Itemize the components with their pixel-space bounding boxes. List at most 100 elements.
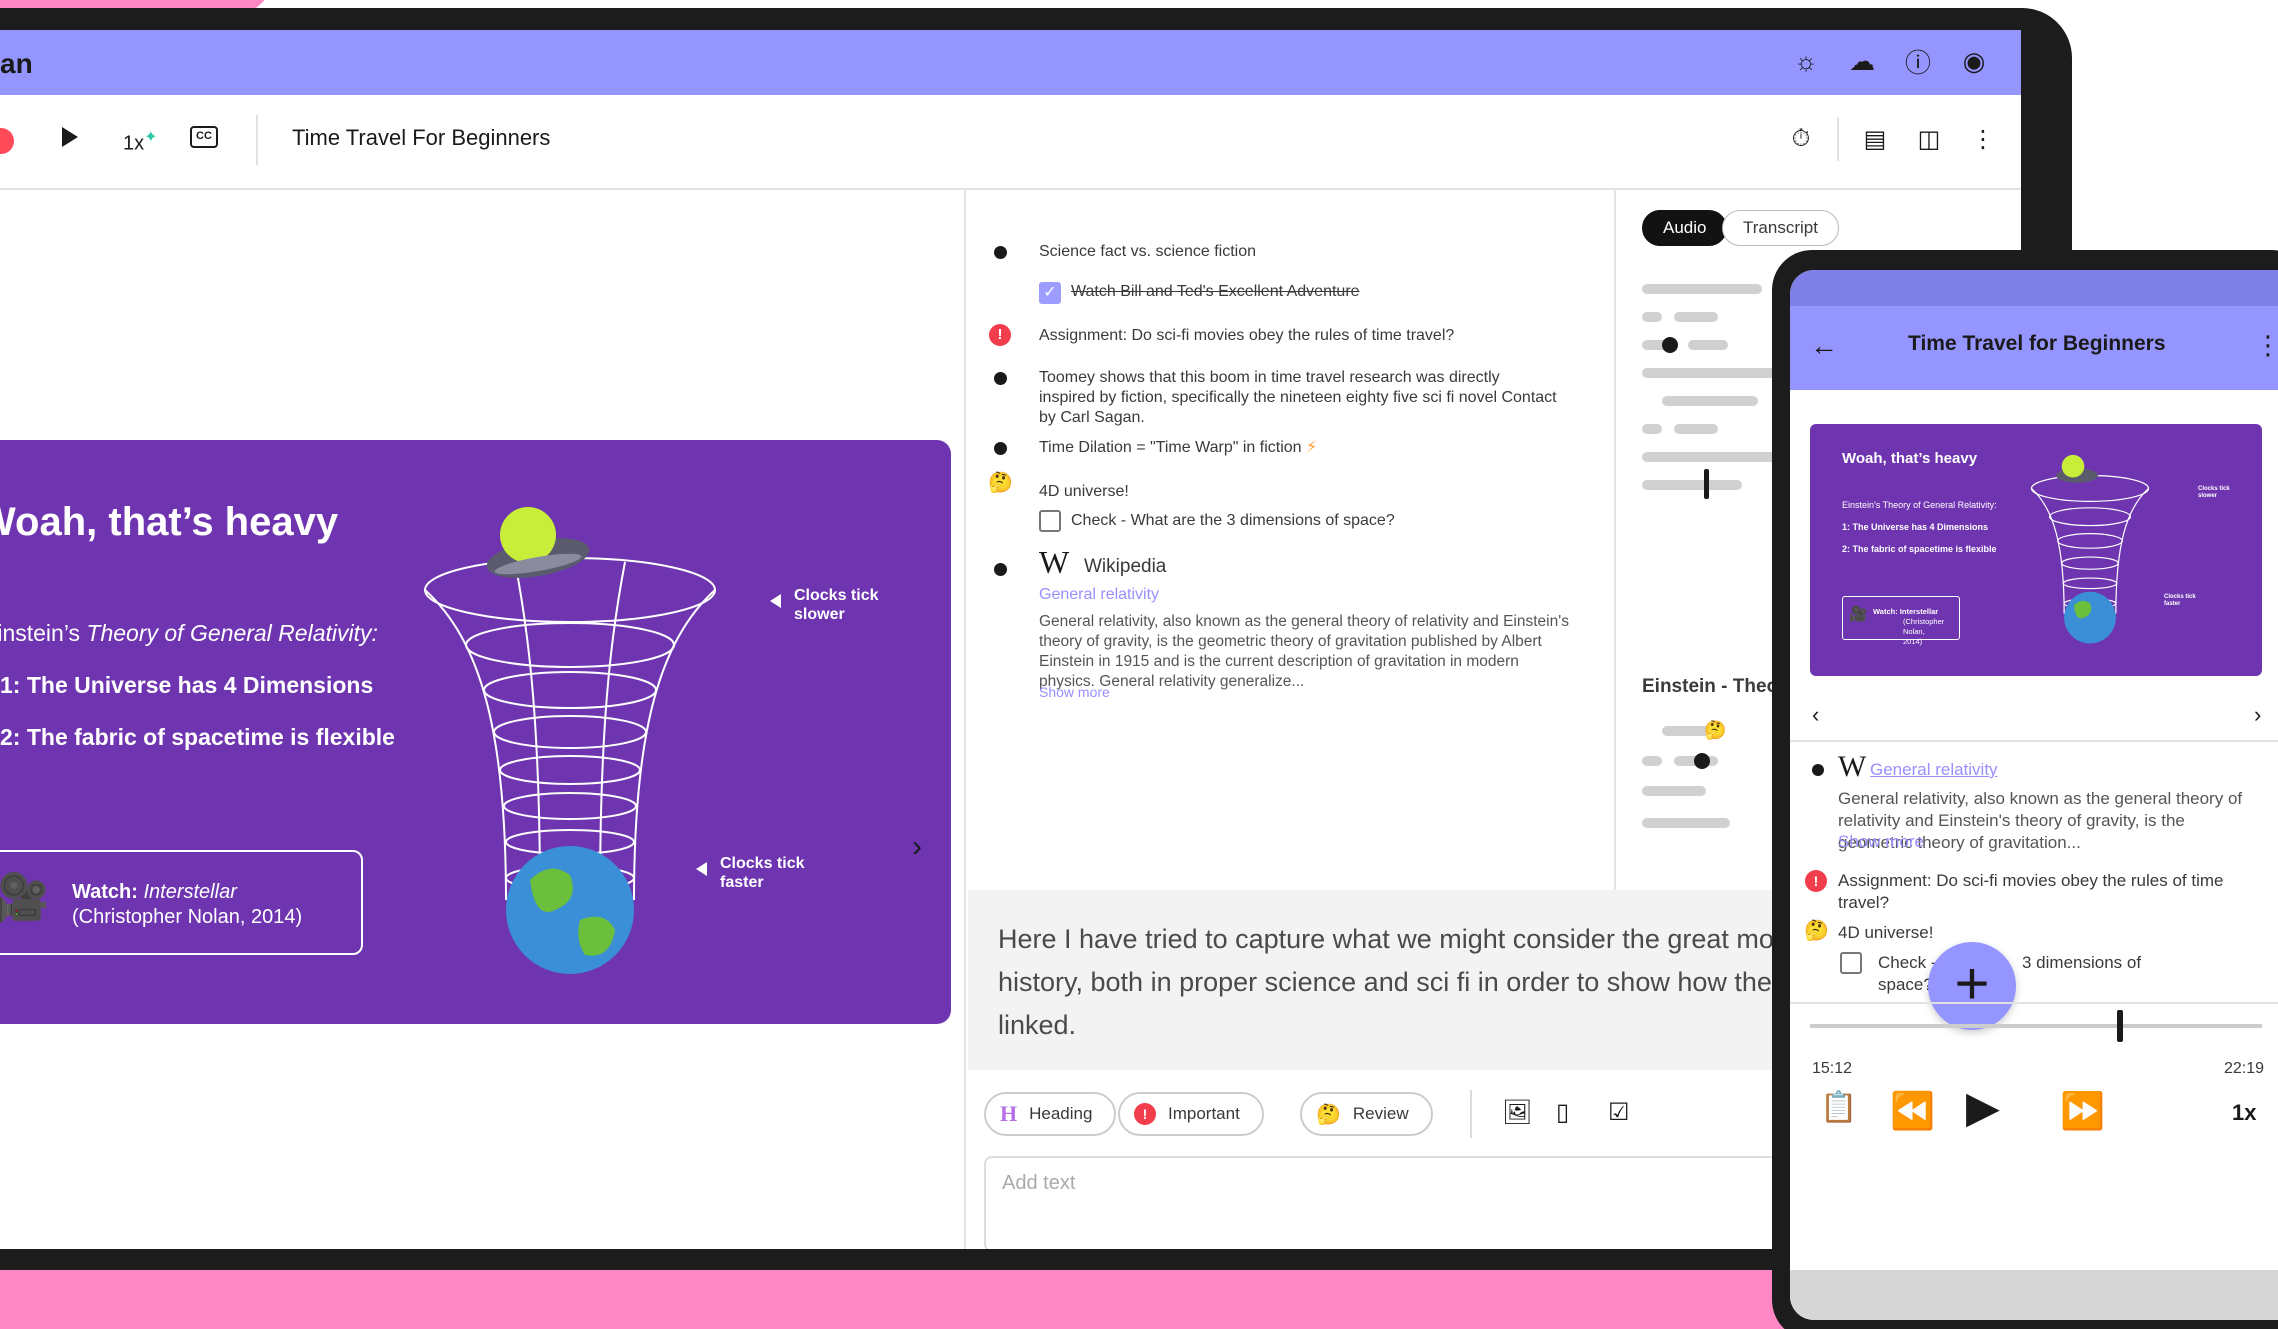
pointer-left-icon (696, 862, 707, 876)
phone-screen: ← Time Travel for Beginners ⋮ Woah, that… (1790, 270, 2278, 1320)
phone-status-bar (1790, 270, 2278, 306)
note-review[interactable]: 4D universe! (1039, 482, 1559, 502)
checkbox-checked[interactable]: ✓ (1039, 282, 1061, 304)
phone-slide-point-2: 2: The fabric of spacetime is flexible (1842, 544, 1997, 554)
note-item[interactable]: Toomey shows that this boom in time trav… (1039, 368, 1559, 428)
time-elapsed: 15:12 (1812, 1060, 1853, 1077)
audio-waveform-bar (1642, 368, 1782, 378)
transcribe-icon[interactable]: 📋 (1820, 1090, 1857, 1125)
audio-waveform-bar (1642, 424, 1662, 434)
next-slide-chevron-icon[interactable]: › (912, 830, 922, 864)
wiki-link[interactable]: General relativity (1039, 586, 1159, 604)
phone-note-task-suffix[interactable]: 3 dimensions of (2022, 952, 2222, 974)
cloud-sync-icon[interactable]: ☁ (1845, 44, 1879, 78)
phone-note-assignment[interactable]: Assignment: Do sci-fi movies obey the ru… (1838, 870, 2258, 914)
film-camera-icon: 🎥 (1849, 606, 1868, 623)
phone-slide: Woah, that’s heavy Einstein's Theory of … (1810, 424, 2262, 676)
bullet-icon (1812, 764, 1824, 776)
record-button[interactable] (0, 128, 14, 154)
play-button[interactable] (62, 127, 78, 147)
notes-pane: Science fact vs. science fiction ✓ Watch… (968, 190, 1616, 890)
audio-marker[interactable] (1662, 337, 1678, 353)
note-item[interactable]: Time Dilation = "Time Warp" in fiction ⚡ (1039, 438, 1559, 458)
play-icon[interactable]: ▶ (1966, 1082, 2000, 1133)
captions-button[interactable]: CC (190, 126, 218, 148)
heading-tag-button[interactable]: H Heading (984, 1092, 1117, 1136)
fast-forward-icon[interactable]: ⏩ (2060, 1090, 2105, 1132)
audio-waveform-bar (1642, 480, 1742, 490)
note-item[interactable]: Science fact vs. science fiction (1039, 242, 1559, 262)
phone-divider (1790, 1002, 2278, 1004)
prev-slide-chevron-icon[interactable]: ‹ (1812, 702, 1819, 728)
important-icon: ! (1805, 870, 1827, 892)
review-tag-button[interactable]: 🤔 Review (1300, 1092, 1433, 1136)
time-total: 22:19 (2224, 1060, 2265, 1077)
bullet-icon (994, 442, 1007, 455)
wikipedia-logo-icon: W (1039, 544, 1070, 580)
insert-checkbox-icon[interactable]: ☑ (1608, 1098, 1630, 1127)
phone-header: ← Time Travel for Beginners ⋮ (1790, 306, 2278, 390)
app-name: an (0, 48, 33, 79)
next-slide-chevron-icon[interactable]: › (2254, 702, 2261, 728)
audio-waveform-bar (1674, 312, 1718, 322)
phone-note-review[interactable]: 4D universe! (1838, 922, 2258, 944)
watch-text: Watch: Interstellar (Christopher Nolan, 2… (72, 881, 303, 928)
slide-pane: Woah, that’s heavy Einstein’s Theory of … (0, 190, 966, 1249)
film-camera-icon: 🎥 (0, 871, 50, 923)
label-clocks-slower: Clocks tick slower (794, 587, 879, 623)
note-task-done[interactable]: Watch Bill and Ted's Excellent Adventure (1071, 283, 1360, 301)
lightning-icon: ⚡ (1306, 439, 1318, 456)
checkbox[interactable] (1840, 952, 1862, 974)
phone-label-slower: Clocks tick slower (2198, 486, 2230, 499)
phone-label-faster: Clocks tick faster (2164, 594, 2196, 607)
help-icon[interactable]: ⓘ (1901, 44, 1935, 78)
phone-wiki-link[interactable]: General relativity (1870, 760, 1998, 780)
audio-waveform-bar (1662, 396, 1758, 406)
bullet-icon (994, 372, 1007, 385)
tab-transcript[interactable]: Transcript (1722, 210, 1839, 246)
note-task[interactable]: Check - What are the 3 dimensions of spa… (1071, 512, 1395, 530)
account-icon[interactable]: ◉ (1957, 44, 1991, 78)
add-note-button[interactable]: + (1928, 942, 2016, 1030)
speed-button[interactable]: 1x✦ (123, 127, 158, 156)
audio-waveform-bar (1688, 340, 1728, 350)
notes-layout-icon[interactable]: ▤ (1857, 121, 1893, 157)
audio-waveform-bar (1642, 284, 1762, 294)
theme-sun-icon[interactable]: ☼ (1789, 44, 1823, 78)
playback-speed-button[interactable]: 1x (2232, 1100, 2256, 1126)
phone-show-more-link[interactable]: Show more (1838, 832, 1924, 852)
phone-slide-line: Einstein's Theory of General Relativity: (1842, 500, 1997, 510)
bullet-icon (994, 563, 1007, 576)
important-icon: ! (1134, 1103, 1156, 1125)
more-menu-icon[interactable]: ⋮ (2255, 330, 2278, 361)
progress-knob[interactable] (2117, 1010, 2124, 1042)
thinking-emoji-icon: 🤔 (1804, 920, 1829, 942)
important-tag-button[interactable]: ! Important (1118, 1092, 1264, 1136)
playhead[interactable] (1704, 469, 1709, 499)
layout-icon[interactable]: ◫ (1911, 121, 1947, 157)
wiki-excerpt: General relativity, also known as the ge… (1039, 613, 1569, 690)
show-more-link[interactable]: Show more (1039, 684, 1110, 700)
document-title[interactable]: Time Travel For Beginners (292, 125, 550, 151)
audio-waveform-bar (1642, 312, 1662, 322)
thinking-emoji-icon: 🤔 (1316, 1103, 1341, 1126)
audio-marker[interactable] (1694, 753, 1710, 769)
more-menu-icon[interactable]: ⋮ (1965, 121, 2001, 157)
tab-audio[interactable]: Audio (1642, 210, 1728, 246)
phone-bottom-bar (1790, 1270, 2278, 1320)
rewind-icon[interactable]: ⏪ (1890, 1090, 1935, 1132)
audio-progress-bar[interactable] (1810, 1010, 2262, 1042)
audio-waveform-bar (1642, 756, 1662, 766)
checkbox[interactable] (1039, 510, 1061, 532)
back-arrow-icon[interactable]: ← (1810, 330, 1838, 362)
slide-point-2: 2: The fabric of spacetime is flexible (0, 724, 395, 750)
laptop-screen: an ☼ ☁ ⓘ ◉ 1x✦ CC Time Travel For Beginn… (0, 30, 2021, 1249)
insert-book-icon[interactable]: ▯ (1556, 1098, 1569, 1127)
audio-waveform-bar (1674, 424, 1718, 434)
laptop-frame: an ☼ ☁ ⓘ ◉ 1x✦ CC Time Travel For Beginn… (0, 8, 2072, 1270)
title-bar-icons: ☼ ☁ ⓘ ◉ (1789, 44, 1991, 78)
insert-image-icon[interactable]: 🖼 (1502, 1098, 1532, 1127)
timer-icon[interactable]: ⏱ (1783, 121, 1819, 157)
heading-icon: H (1000, 1101, 1018, 1126)
note-assignment[interactable]: Assignment: Do sci-fi movies obey the ru… (1039, 326, 1559, 346)
